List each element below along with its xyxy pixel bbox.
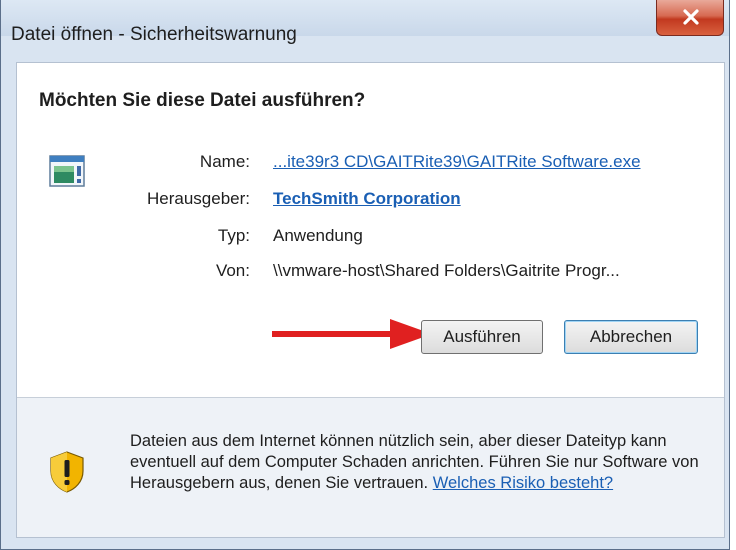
title-bar: Datei öffnen - Sicherheitswarnung	[1, 0, 729, 45]
cancel-button[interactable]: Abbrechen	[564, 320, 698, 354]
dialog-question: Möchten Sie diese Datei ausführen?	[39, 90, 366, 111]
type-label: Typ:	[217, 226, 250, 245]
close-icon	[683, 9, 699, 25]
file-info-panel: Möchten Sie diese Datei ausführen? Name:…	[17, 63, 724, 397]
publisher-link[interactable]: TechSmith Corporation	[273, 189, 461, 209]
publisher-label: Herausgeber:	[146, 189, 250, 208]
risk-info-link[interactable]: Welches Risiko besteht?	[433, 474, 613, 492]
warning-panel: Dateien aus dem Internet können nützlich…	[17, 398, 724, 537]
from-label: Von:	[215, 261, 250, 280]
warning-text: Dateien aus dem Internet können nützlich…	[130, 432, 699, 492]
shield-warning-icon	[50, 451, 84, 493]
security-warning-window: Datei öffnen - Sicherheitswarnung Möchte…	[0, 0, 730, 550]
file-name-link[interactable]: ...ite39r3 CD\GAITRite39\GAITRite Softwa…	[273, 152, 641, 172]
name-label: Name:	[199, 152, 250, 171]
close-button[interactable]	[656, 0, 724, 36]
warning-message: Dateien aus dem Internet können nützlich…	[130, 431, 720, 494]
window-title: Datei öffnen - Sicherheitswarnung	[11, 24, 297, 45]
application-icon	[49, 155, 85, 187]
red-arrow-annotation	[272, 319, 432, 349]
dialog-content: Möchten Sie diese Datei ausführen? Name:…	[16, 62, 725, 538]
type-value: Anwendung	[273, 226, 363, 245]
from-value: \\vmware-host\Shared Folders\Gaitrite Pr…	[273, 261, 620, 280]
run-button[interactable]: Ausführen	[421, 320, 543, 354]
